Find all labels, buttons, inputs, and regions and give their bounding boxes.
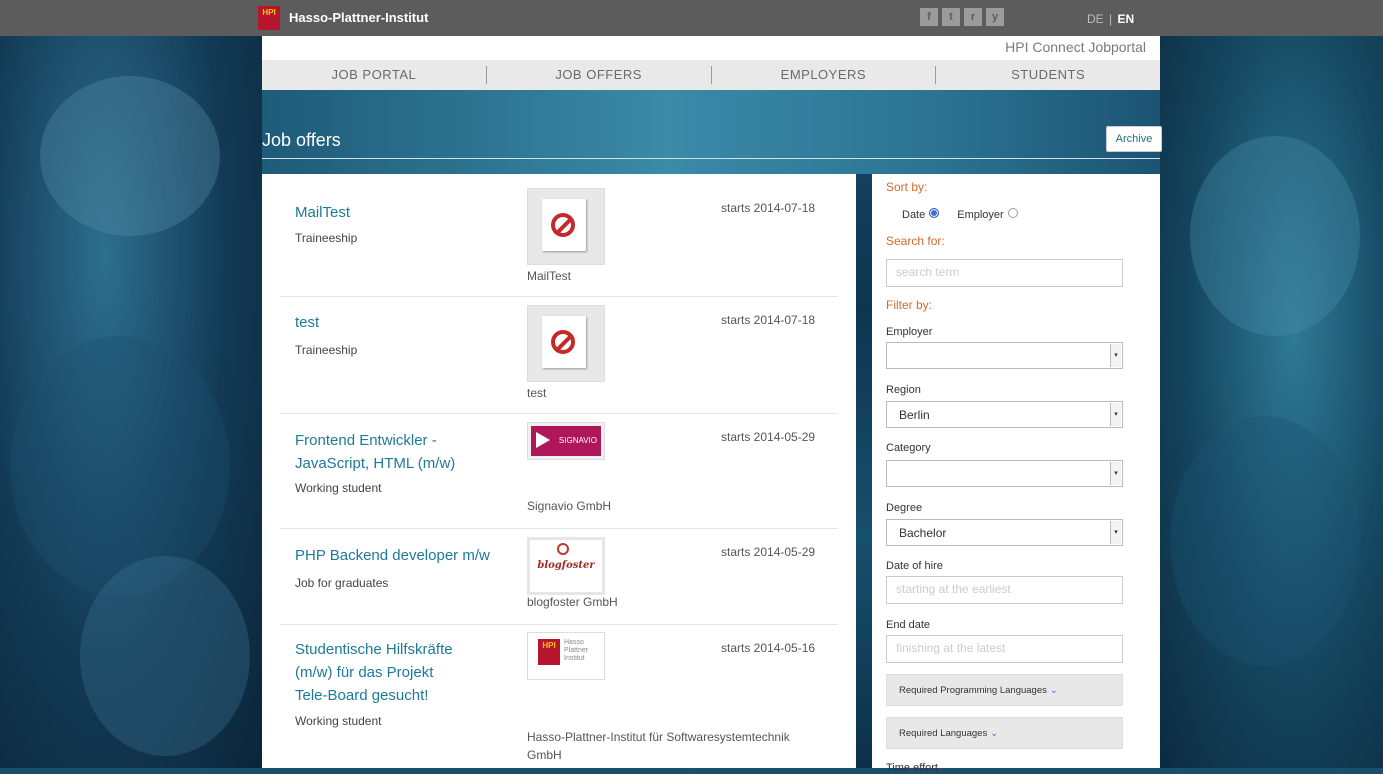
employer-name: blogfoster GmbH [527,595,618,609]
employer-name: Signavio GmbH [527,499,612,513]
social-links: f t r y [920,8,1004,26]
job-title-link[interactable]: Frontend Entwickler - JavaScript, HTML (… [295,429,505,475]
region-select[interactable]: Berlin ▾ [886,401,1123,428]
top-bar: HPI Hasso-Plattner-Institut f t r y DE |… [0,0,1383,36]
archive-button[interactable]: Archive [1106,126,1162,152]
signavio-logo-text: SIGNAVIO [558,436,597,445]
chevron-down-icon: ⌄ [1049,685,1058,696]
dropdown-arrow-icon: ▾ [1110,521,1121,544]
hire-date-label: Date of hire [886,560,943,572]
portal-title: HPI Connect Jobportal [1005,39,1146,55]
filter-sidebar: Sort by: Date Employer Search for: searc… [872,174,1160,774]
start-date: starts 2014-07-18 [721,201,816,215]
job-row: test Traineeship test starts 2014-07-18 [280,296,838,414]
dropdown-arrow-icon: ▾ [1110,403,1121,426]
dropdown-arrow-icon: ▾ [1110,462,1121,485]
start-date: starts 2014-05-29 [721,545,816,559]
twitter-icon[interactable]: t [942,8,960,26]
start-date: starts 2014-05-29 [721,430,816,444]
job-row: MailTest Traineeship MailTest starts 201… [280,179,838,297]
job-row: PHP Backend developer m/w Job for gradua… [280,528,838,625]
sort-employer-option[interactable]: Employer [957,208,1018,221]
chevron-down-icon: ⌄ [990,728,999,739]
job-row: Studentische Hilfskräfte (m/w) für das P… [280,624,838,768]
nav-students[interactable]: STUDENTS [936,66,1160,84]
start-date: starts 2014-07-18 [721,313,816,327]
blogfoster-icon [557,543,569,555]
search-label: Search for: [886,234,945,248]
signavio-arrow-icon [536,432,550,448]
sort-options: Date Employer [902,208,1018,221]
job-title-link[interactable]: Studentische Hilfskräfte (m/w) für das P… [295,638,465,707]
category-filter-label: Category [886,442,931,454]
radio-unchecked-icon[interactable] [1007,208,1018,218]
time-effort-label: Time effort [886,762,938,774]
hero-banner [262,90,1160,174]
lang-en[interactable]: EN [1117,12,1134,26]
employer-logo[interactable] [527,305,605,382]
job-title-link[interactable]: MailTest [295,201,505,224]
rss-icon[interactable]: r [964,8,982,26]
job-type: Traineeship [295,231,358,245]
title-divider [262,158,1160,159]
filter-label: Filter by: [886,298,933,312]
no-image-icon [542,199,586,251]
job-title-link[interactable]: PHP Backend developer m/w [295,544,525,567]
programming-languages-toggle[interactable]: Required Programming Languages ⌄ [886,674,1123,706]
page-title: Job offers [262,130,341,150]
employer-logo[interactable] [527,188,605,265]
languages-toggle[interactable]: Required Languages ⌄ [886,717,1123,749]
sort-label: Sort by: [886,180,928,194]
language-switch: DE | EN [1087,12,1134,26]
site-name[interactable]: Hasso-Plattner-Institut [289,10,428,25]
main-nav: JOB PORTAL JOB OFFERS EMPLOYERS STUDENTS [262,60,1160,91]
hire-date-input[interactable]: starting at the earliest [886,576,1123,604]
background-photo-right [1160,36,1383,768]
job-title-link[interactable]: test [295,311,505,334]
hpi-logo[interactable]: HPI [258,6,280,30]
search-input[interactable]: search term [886,259,1123,287]
background-photo-left [0,36,262,768]
portal-bar: HPI Connect Jobportal [262,36,1160,60]
employer-filter-label: Employer [886,326,933,338]
employer-name: test [527,386,547,400]
job-type: Traineeship [295,343,358,357]
category-select[interactable]: ▾ [886,460,1123,487]
end-date-input[interactable]: finishing at the latest [886,635,1123,663]
radio-checked-icon[interactable] [929,208,940,218]
dropdown-arrow-icon: ▾ [1110,344,1121,367]
job-type: Working student [295,714,382,728]
facebook-icon[interactable]: f [920,8,938,26]
employer-logo[interactable]: SIGNAVIO [527,422,605,460]
job-type: Working student [295,481,382,495]
hpi-logo-red-text: HPI [542,641,556,650]
employer-logo[interactable]: HPI Hasso Plattner Institut [527,632,605,680]
employer-select[interactable]: ▾ [886,342,1123,369]
job-list: MailTest Traineeship MailTest starts 201… [262,174,856,768]
employer-logo[interactable]: blogfoster [527,537,605,595]
job-row: Frontend Entwickler - JavaScript, HTML (… [280,413,838,529]
job-type: Job for graduates [295,576,389,590]
end-date-label: End date [886,619,931,631]
nav-employers[interactable]: EMPLOYERS [712,66,937,84]
employer-name: MailTest [527,269,572,283]
degree-select[interactable]: Bachelor ▾ [886,519,1123,546]
hpi-logo-red: HPI [538,639,560,665]
employer-name: Hasso-Plattner-Institut für Softwaresyst… [527,730,790,762]
hpi-logo-subtext: Hasso Plattner Institut [564,639,589,662]
no-image-icon [542,316,586,368]
region-filter-label: Region [886,384,921,396]
sort-date-option[interactable]: Date [902,208,940,221]
nav-job-portal[interactable]: JOB PORTAL [262,66,487,84]
lang-separator: | [1109,12,1113,26]
nav-job-offers[interactable]: JOB OFFERS [487,66,712,84]
start-date: starts 2014-05-16 [721,641,816,655]
degree-filter-label: Degree [886,502,923,514]
youtube-icon[interactable]: y [986,8,1004,26]
lang-de[interactable]: DE [1087,12,1104,26]
blogfoster-logo-text: blogfoster [537,560,595,571]
